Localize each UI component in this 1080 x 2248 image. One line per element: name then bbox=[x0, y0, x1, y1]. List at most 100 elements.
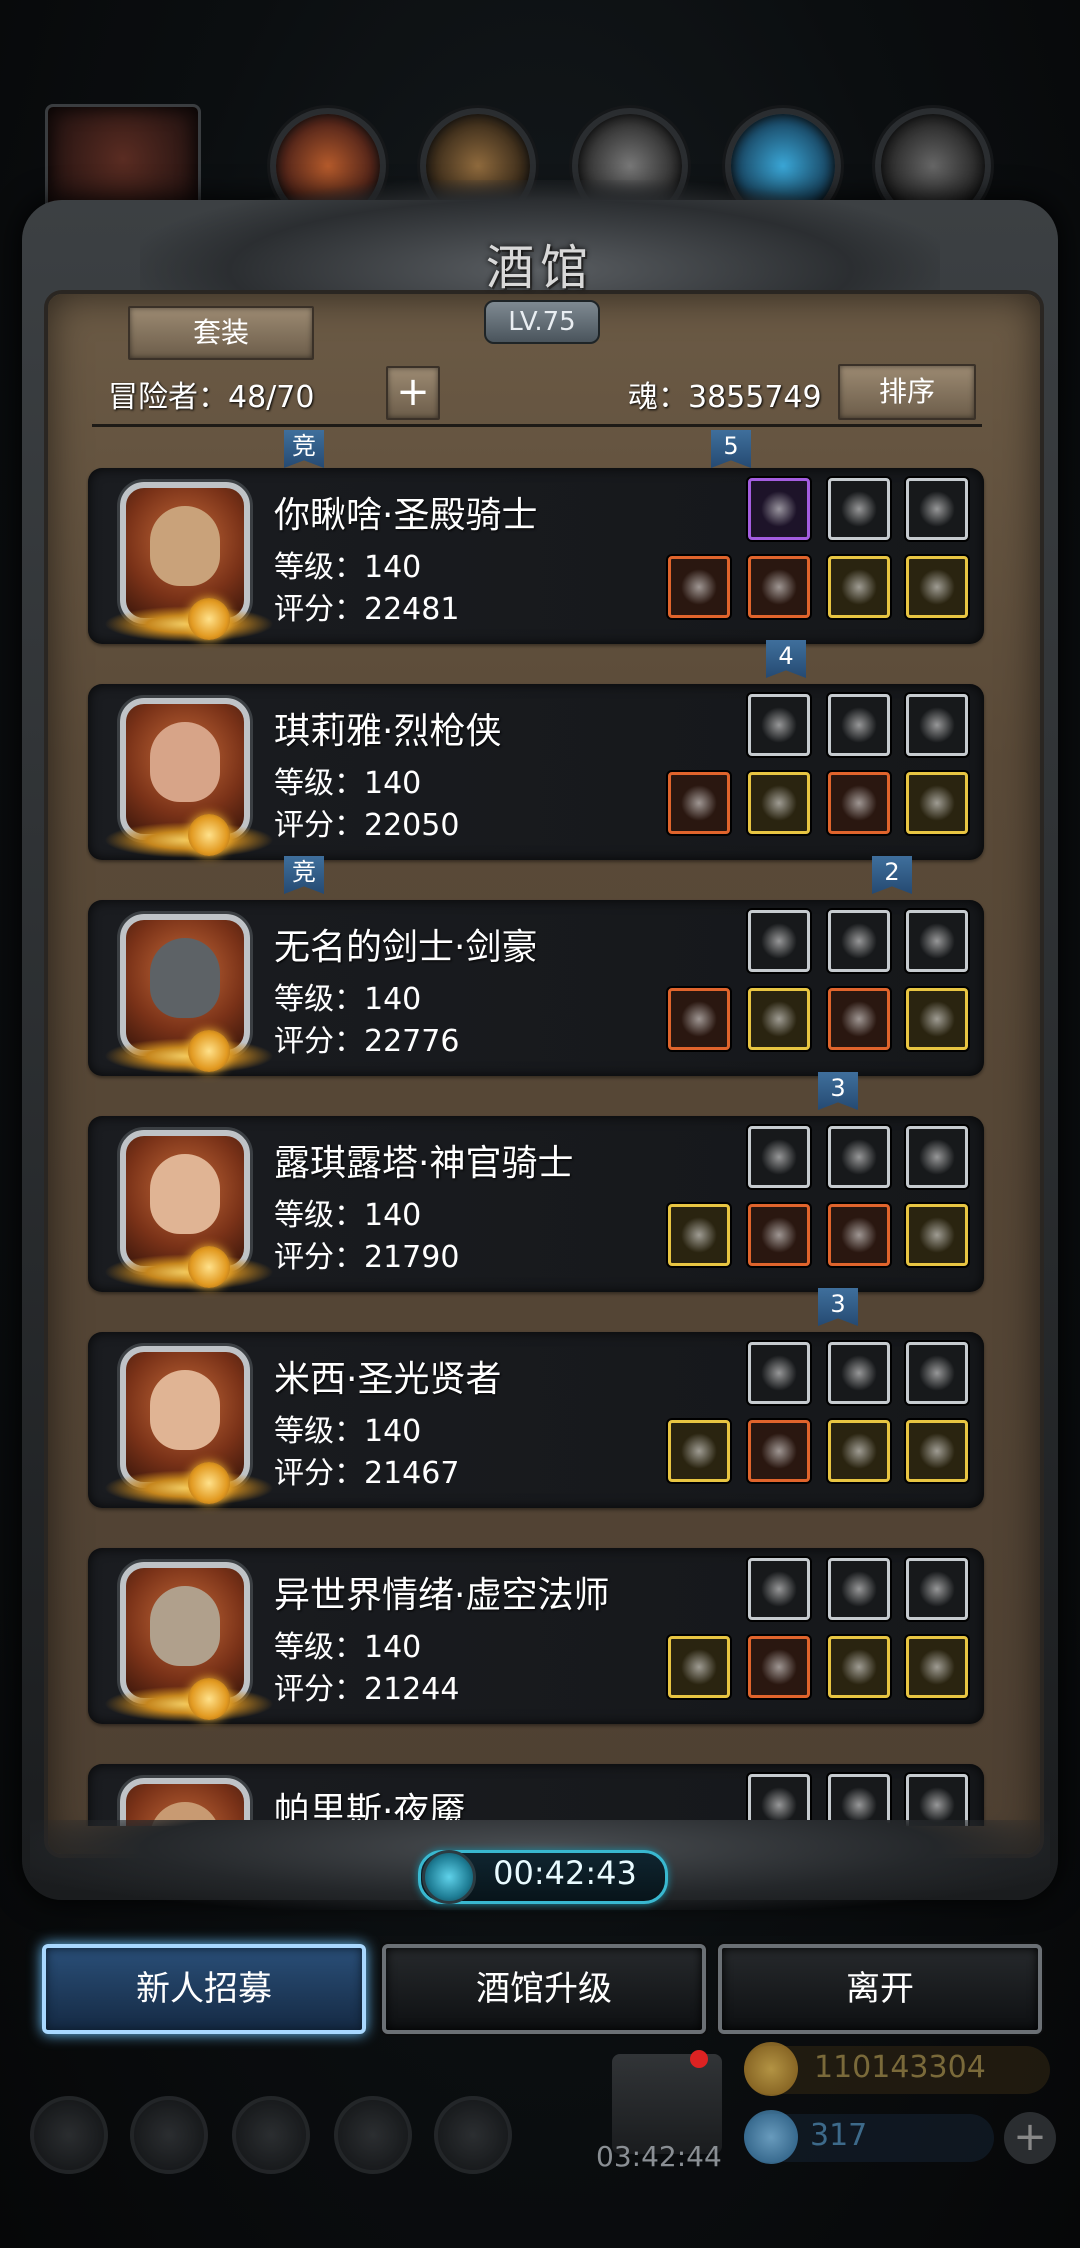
set-equipment-button[interactable]: 套装 bbox=[128, 306, 314, 360]
hero-score: 评分：22776 bbox=[274, 1024, 460, 1059]
link-icon bbox=[434, 2096, 512, 2174]
hero-score: 评分：22481 bbox=[274, 592, 460, 627]
hero-face bbox=[150, 506, 220, 586]
crystal-icon[interactable] bbox=[828, 556, 890, 618]
sword-icon[interactable] bbox=[668, 988, 730, 1050]
skill-icon bbox=[232, 2096, 310, 2174]
rank-ribbon: 3 bbox=[818, 1072, 858, 1110]
armor-icon[interactable] bbox=[748, 1420, 810, 1482]
staff-icon[interactable] bbox=[668, 1204, 730, 1266]
claw-icon[interactable] bbox=[906, 1774, 968, 1826]
hero-portrait[interactable] bbox=[104, 1130, 274, 1290]
hero-name: 琪莉雅·烈枪侠 bbox=[274, 711, 502, 752]
necklace-icon[interactable] bbox=[906, 772, 968, 834]
settings-icon bbox=[30, 2096, 108, 2174]
hero-portrait[interactable] bbox=[104, 1562, 274, 1722]
armor-icon[interactable] bbox=[748, 772, 810, 834]
leave-button[interactable]: 离开 bbox=[718, 1944, 1042, 2034]
red-orb-icon[interactable] bbox=[906, 478, 968, 540]
lantern-icon[interactable] bbox=[828, 1558, 890, 1620]
rank-ribbon: 3 bbox=[818, 1288, 858, 1326]
shield-icon[interactable] bbox=[828, 772, 890, 834]
boots-icon[interactable] bbox=[906, 1204, 968, 1266]
blue-orb-icon[interactable] bbox=[748, 1342, 810, 1404]
hero-score: 评分：21244 bbox=[274, 1672, 460, 1707]
armor-icon[interactable] bbox=[748, 988, 810, 1050]
skull-icon[interactable] bbox=[906, 910, 968, 972]
bowl-icon[interactable] bbox=[828, 1774, 890, 1826]
hero-name: 你瞅啥·圣殿骑士 bbox=[274, 495, 538, 536]
rank-ribbon: 5 bbox=[711, 430, 751, 468]
hero-name: 露琪露塔·神官骑士 bbox=[274, 1143, 574, 1184]
heart-icon[interactable] bbox=[906, 1636, 968, 1698]
leaf-icon[interactable] bbox=[828, 1126, 890, 1188]
purple-gem-icon[interactable] bbox=[828, 988, 890, 1050]
hero-list[interactable]: 你瞅啥·圣殿骑士 等级：140 评分：22481 琪莉雅·烈枪侠 等级：140 … bbox=[86, 430, 996, 1826]
wing-icon[interactable] bbox=[906, 1126, 968, 1188]
wing-icon[interactable] bbox=[828, 478, 890, 540]
arena-ribbon: 竞 bbox=[284, 856, 324, 894]
soul-amount: 魂：3855749 bbox=[628, 380, 822, 415]
hero-portrait[interactable] bbox=[120, 1778, 250, 1826]
hero-level: 等级：140 bbox=[274, 766, 422, 801]
purple-gem-icon[interactable] bbox=[906, 1342, 968, 1404]
purple-gem-icon[interactable] bbox=[748, 478, 810, 540]
staff-icon[interactable] bbox=[668, 1420, 730, 1482]
hero-level: 等级：140 bbox=[274, 1630, 422, 1665]
expand-capacity-button[interactable]: + bbox=[386, 366, 440, 420]
hero-card[interactable]: 无名的剑士·剑豪 等级：140 评分：22776 bbox=[88, 900, 984, 1076]
hero-card[interactable]: 帕里斯·夜魇 bbox=[88, 1764, 984, 1826]
mail-icon bbox=[334, 2096, 412, 2174]
sort-button[interactable]: 排序 bbox=[838, 364, 976, 420]
amulet-icon[interactable] bbox=[828, 1204, 890, 1266]
scroll-icon[interactable] bbox=[906, 556, 968, 618]
hero-card[interactable]: 你瞅啥·圣殿骑士 等级：140 评分：22481 bbox=[88, 468, 984, 644]
weapon-icon[interactable] bbox=[668, 556, 730, 618]
gift-timer: 03:42:44 bbox=[596, 2140, 722, 2173]
armor-icon[interactable] bbox=[748, 556, 810, 618]
blade-icon[interactable] bbox=[828, 1342, 890, 1404]
rank-emblem-icon bbox=[188, 598, 230, 640]
adventurer-count: 冒险者：48/70 bbox=[108, 380, 315, 415]
green-crystal-icon[interactable] bbox=[748, 694, 810, 756]
flower-icon[interactable] bbox=[828, 694, 890, 756]
hero-name: 米西·圣光贤者 bbox=[274, 1359, 502, 1400]
gem-icon bbox=[744, 2110, 798, 2164]
hero-score: 评分：21467 bbox=[274, 1456, 460, 1491]
hero-card[interactable]: 异世界情绪·虚空法师 等级：140 评分：21244 bbox=[88, 1548, 984, 1724]
pendant-icon[interactable] bbox=[906, 1420, 968, 1482]
fire-orb-icon[interactable] bbox=[748, 910, 810, 972]
refresh-timer-text: 00:42:43 bbox=[493, 1854, 637, 1892]
gold-amount: 110143304 bbox=[814, 2050, 986, 2085]
scroll-icon[interactable] bbox=[906, 988, 968, 1050]
hero-portrait[interactable] bbox=[104, 1346, 274, 1506]
staff-icon[interactable] bbox=[668, 1636, 730, 1698]
green-crystal-icon[interactable] bbox=[748, 1558, 810, 1620]
blade-icon[interactable] bbox=[828, 910, 890, 972]
hero-portrait[interactable] bbox=[104, 482, 274, 642]
gun-icon[interactable] bbox=[668, 772, 730, 834]
hero-face bbox=[150, 722, 220, 802]
rank-emblem-icon bbox=[188, 1678, 230, 1720]
hero-score: 评分：21790 bbox=[274, 1240, 460, 1275]
hero-card[interactable]: 米西·圣光贤者 等级：140 评分：21467 bbox=[88, 1332, 984, 1508]
red-flower-icon[interactable] bbox=[748, 1126, 810, 1188]
rank-emblem-icon bbox=[188, 1246, 230, 1288]
armor-icon[interactable] bbox=[748, 1204, 810, 1266]
jade-icon[interactable] bbox=[906, 1558, 968, 1620]
rank-emblem-icon bbox=[188, 1462, 230, 1504]
wing-icon[interactable] bbox=[906, 694, 968, 756]
hero-card[interactable]: 露琪露塔·神官骑士 等级：140 评分：21790 bbox=[88, 1116, 984, 1292]
hero-face bbox=[150, 938, 220, 1018]
armor-icon[interactable] bbox=[748, 1636, 810, 1698]
hero-card[interactable]: 琪莉雅·烈枪侠 等级：140 评分：22050 bbox=[88, 684, 984, 860]
blue-orb-icon[interactable] bbox=[748, 1774, 810, 1826]
recruit-button[interactable]: 新人招募 bbox=[42, 1944, 366, 2034]
hero-portrait[interactable] bbox=[104, 698, 274, 858]
cross-icon[interactable] bbox=[828, 1636, 890, 1698]
hero-portrait[interactable] bbox=[104, 914, 274, 1074]
upgrade-tavern-button[interactable]: 酒馆升级 bbox=[382, 1944, 706, 2034]
arena-ribbon: 竞 bbox=[284, 430, 324, 468]
bag-icon[interactable] bbox=[828, 1420, 890, 1482]
gem-amount: 317 bbox=[810, 2118, 868, 2153]
